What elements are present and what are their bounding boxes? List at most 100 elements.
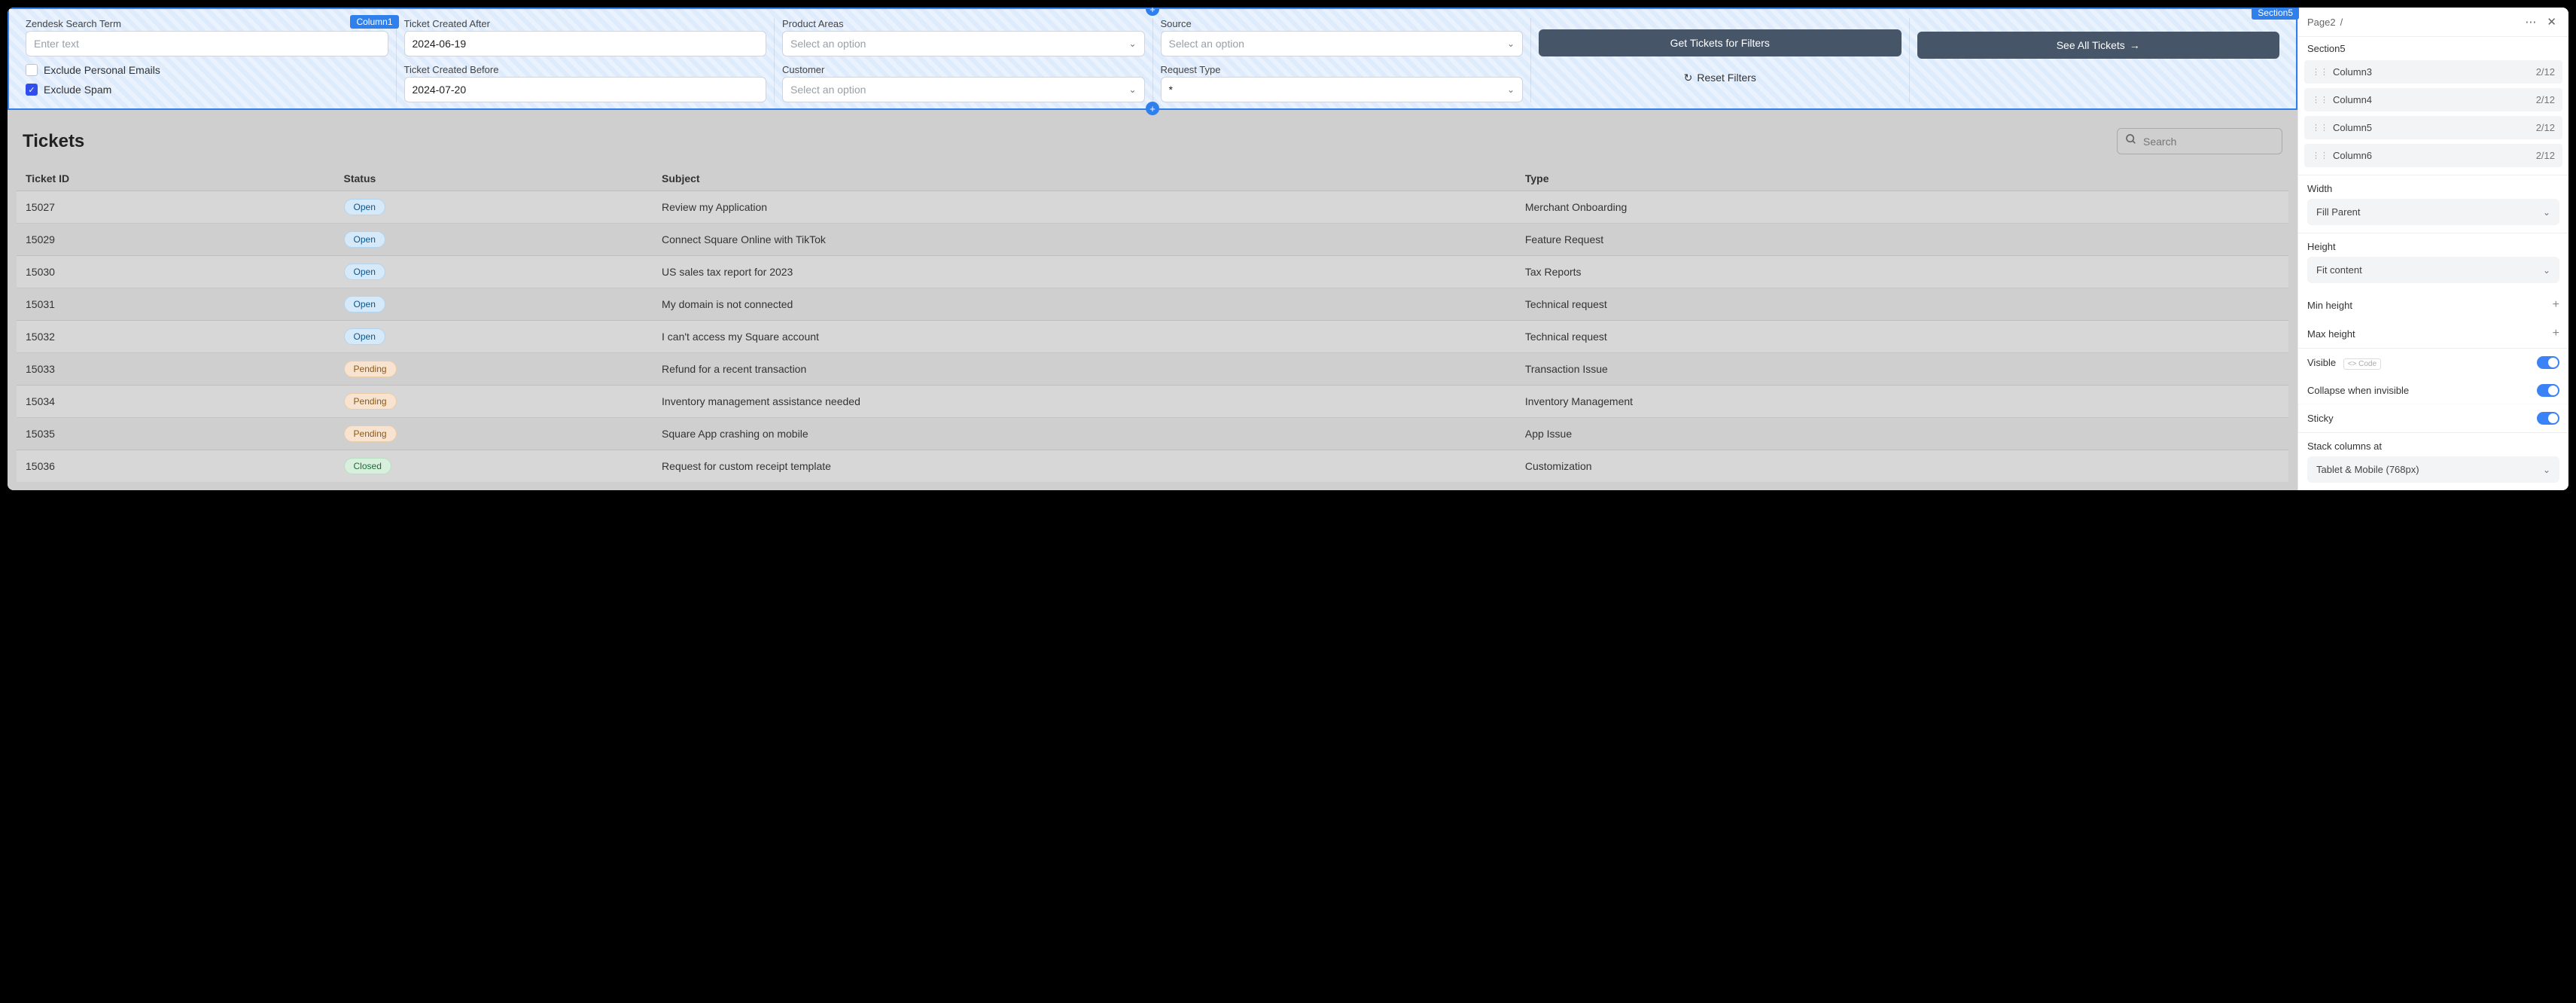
filter-column-5: Get Tickets for Filters ↻ Reset Filters — [1531, 18, 1910, 102]
grip-icon[interactable]: ⋮⋮ — [2312, 151, 2328, 160]
table-row[interactable]: 15030OpenUS sales tax report for 2023Tax… — [17, 256, 2288, 288]
more-icon[interactable]: ⋯ — [2522, 14, 2539, 30]
source-select[interactable]: Select an option ⌄ — [1161, 31, 1524, 56]
table-row[interactable]: 15035PendingSquare App crashing on mobil… — [17, 418, 2288, 450]
tickets-search-input[interactable] — [2143, 136, 2274, 148]
search-term-input[interactable] — [26, 31, 388, 56]
filter-column-2: Ticket Created After Ticket Created Befo… — [397, 18, 775, 102]
cell-subject: My domain is not connected — [653, 288, 1516, 321]
cell-type: Transaction Issue — [1516, 353, 2288, 386]
breadcrumb-root[interactable]: Page2 — [2307, 17, 2336, 28]
customer-select[interactable]: Select an option ⌄ — [782, 77, 1145, 102]
chevron-down-icon: ⌄ — [2543, 465, 2550, 475]
arrow-right-icon: → — [2130, 39, 2140, 51]
add-min-height-button[interactable]: + — [2553, 298, 2559, 312]
created-after-input[interactable] — [404, 31, 767, 56]
th-ticket-id[interactable]: Ticket ID — [17, 166, 335, 191]
tree-item-name: Column6 — [2333, 150, 2536, 161]
cell-status: Open — [335, 256, 653, 288]
tree-item[interactable]: ⋮⋮Column32/12 — [2304, 60, 2562, 84]
exclude-spam-checkbox[interactable]: ✓ Exclude Spam — [26, 84, 388, 96]
tickets-search[interactable] — [2117, 128, 2282, 154]
cell-status: Closed — [335, 450, 653, 483]
table-row[interactable]: 15034PendingInventory management assista… — [17, 386, 2288, 418]
close-icon[interactable]: ✕ — [2544, 14, 2559, 30]
product-areas-select[interactable]: Select an option ⌄ — [782, 31, 1145, 56]
search-icon — [2125, 133, 2137, 149]
filter-column-1: Column1 Zendesk Search Term Exclude Pers… — [18, 18, 397, 102]
cell-type: App Issue — [1516, 418, 2288, 450]
cell-subject: Connect Square Online with TikTok — [653, 224, 1516, 256]
table-row[interactable]: 15027OpenReview my ApplicationMerchant O… — [17, 191, 2288, 224]
table-row[interactable]: 15033 Pending Refund for a recent transact… — [17, 353, 2288, 386]
created-before-label: Ticket Created Before — [404, 64, 767, 75]
add-max-height-button[interactable]: + — [2553, 327, 2559, 340]
cell-subject: Refund for a recent transaction — [653, 353, 1516, 386]
cell-subject: Review my Application — [653, 191, 1516, 224]
chevron-down-icon: ⌄ — [1507, 84, 1515, 95]
th-subject[interactable]: Subject — [653, 166, 1516, 191]
table-row[interactable]: 15032OpenI can't access my Square accoun… — [17, 321, 2288, 353]
created-before-input[interactable] — [404, 77, 767, 102]
tree-item-size: 2/12 — [2536, 122, 2555, 133]
request-type-select[interactable]: * ⌄ — [1161, 77, 1524, 102]
cell-ticket-id: 15030 — [17, 256, 335, 288]
cell-type: Technical request — [1516, 288, 2288, 321]
visible-toggle[interactable] — [2537, 356, 2559, 369]
stack-label: Stack columns at — [2307, 441, 2559, 452]
visible-label: Visible — [2307, 357, 2336, 368]
width-select[interactable]: Fill Parent ⌄ — [2307, 199, 2559, 225]
table-row[interactable]: 15036 Closed Request for custom receipt te… — [17, 450, 2288, 483]
status-badge: Closed — [344, 458, 391, 474]
add-below-icon[interactable]: + — [1146, 102, 1159, 115]
customer-label: Customer — [782, 64, 1145, 75]
tree-item[interactable]: ⋮⋮Column62/12 — [2304, 144, 2562, 167]
get-tickets-button[interactable]: Get Tickets for Filters — [1539, 29, 1902, 56]
status-badge: Open — [344, 328, 385, 345]
search-term-label: Zendesk Search Term — [26, 18, 388, 29]
add-above-icon[interactable]: + — [1146, 8, 1159, 16]
collapse-toggle[interactable] — [2537, 384, 2559, 397]
cell-type: Customization — [1516, 450, 2288, 483]
status-badge: Pending — [344, 361, 397, 377]
tree-item[interactable]: ⋮⋮Column42/12 — [2304, 88, 2562, 111]
th-status[interactable]: Status — [335, 166, 653, 191]
exclude-personal-checkbox[interactable]: Exclude Personal Emails — [26, 64, 388, 76]
section-tag: Section5 — [2252, 8, 2299, 20]
cell-ticket-id: 15036 — [17, 450, 335, 483]
max-height-label: Max height — [2307, 328, 2355, 340]
see-all-tickets-button[interactable]: See All Tickets → — [1917, 32, 2280, 59]
status-badge: Open — [344, 231, 385, 248]
tree-item[interactable]: ⋮⋮Column52/12 — [2304, 116, 2562, 139]
cell-type: Feature Request — [1516, 224, 2288, 256]
breadcrumb-sep: / — [2340, 17, 2343, 28]
chevron-down-icon: ⌄ — [2543, 265, 2550, 276]
filter-column-3: Product Areas Select an option ⌄ Custome… — [775, 18, 1153, 102]
cell-status: Open — [335, 321, 653, 353]
table-row[interactable]: 15029OpenConnect Square Online with TikT… — [17, 224, 2288, 256]
reset-filters-button[interactable]: ↻ Reset Filters — [1539, 64, 1902, 92]
tickets-title: Tickets — [23, 131, 84, 152]
grip-icon[interactable]: ⋮⋮ — [2312, 123, 2328, 133]
grip-icon[interactable]: ⋮⋮ — [2312, 95, 2328, 105]
tree-item-size: 2/12 — [2536, 66, 2555, 78]
panel-subtitle: Section5 — [2298, 37, 2568, 60]
stack-select[interactable]: Tablet & Mobile (768px) ⌄ — [2307, 456, 2559, 483]
th-type[interactable]: Type — [1516, 166, 2288, 191]
status-badge: Pending — [344, 425, 397, 442]
grip-icon[interactable]: ⋮⋮ — [2312, 67, 2328, 77]
tickets-section: Tickets Ticket ID Status Subject — [8, 110, 2297, 490]
height-select[interactable]: Fit content ⌄ — [2307, 257, 2559, 283]
cell-status: Pending — [335, 386, 653, 418]
status-badge: Open — [344, 296, 385, 312]
cell-ticket-id: 15033 — [17, 353, 335, 386]
table-row[interactable]: 15031OpenMy domain is not connectedTechn… — [17, 288, 2288, 321]
width-label: Width — [2307, 183, 2559, 194]
sticky-toggle[interactable] — [2537, 412, 2559, 425]
cell-ticket-id: 15032 — [17, 321, 335, 353]
code-chip[interactable]: <> Code — [2343, 358, 2381, 370]
cell-type: Inventory Management — [1516, 386, 2288, 418]
chevron-down-icon: ⌄ — [1507, 38, 1515, 49]
filter-column-4: Source Select an option ⌄ Request Type *… — [1153, 18, 1532, 102]
cell-subject: Request for custom receipt template — [653, 450, 1516, 483]
